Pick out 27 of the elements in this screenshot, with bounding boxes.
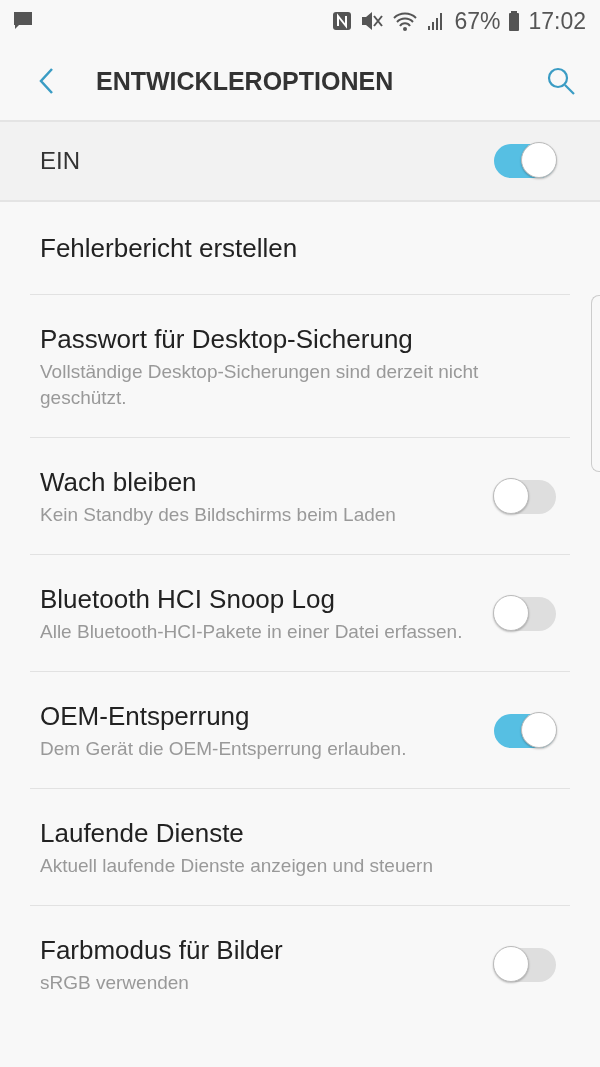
setting-title[interactable]: Fehlerbericht erstellen <box>40 232 556 264</box>
clock: 17:02 <box>528 7 586 35</box>
mute-icon <box>360 10 385 32</box>
message-icon <box>12 10 34 32</box>
nfc-icon <box>332 10 353 32</box>
setting-description: Dem Gerät die OEM-Entsperrung erlauben. <box>40 737 408 761</box>
page-title: ENTWICKLEROPTIONEN <box>96 66 395 96</box>
toggle-switch[interactable] <box>494 948 556 982</box>
setting-title[interactable]: Passwort für Desktop-Sicherung <box>40 323 556 355</box>
battery-percentage: 67% <box>454 7 501 35</box>
setting-title[interactable]: Farbmodus für Bilder <box>40 934 474 966</box>
setting-description: Kein Standby des Bildschirms beim Laden <box>40 503 397 527</box>
setting-title[interactable]: Bluetooth HCI Snoop Log <box>40 583 474 615</box>
setting-title[interactable]: OEM-Entsperrung <box>40 700 474 732</box>
setting-title[interactable]: Wach bleiben <box>40 466 474 498</box>
setting-description: Alle Bluetooth-HCI-Pakete in einer Datei erfassen. <box>40 620 464 644</box>
setting-title[interactable]: Laufende Dienste <box>40 817 556 849</box>
master-switch-label: EIN <box>40 147 81 175</box>
setting-description: Aktuell laufende Dienste anzeigen und steuern <box>40 854 434 878</box>
setting-description: sRGB verwenden <box>40 971 190 995</box>
setting-description: Vollständige Desktop-Sicherungen sind derzeit nicht geschützt. <box>40 360 480 410</box>
wifi-icon <box>392 10 419 32</box>
battery-icon <box>508 10 521 32</box>
toggle-switch[interactable] <box>494 480 556 514</box>
toggle-switch[interactable] <box>494 597 556 631</box>
toggle-switch[interactable] <box>494 714 556 748</box>
toggle-switch[interactable] <box>494 144 556 178</box>
